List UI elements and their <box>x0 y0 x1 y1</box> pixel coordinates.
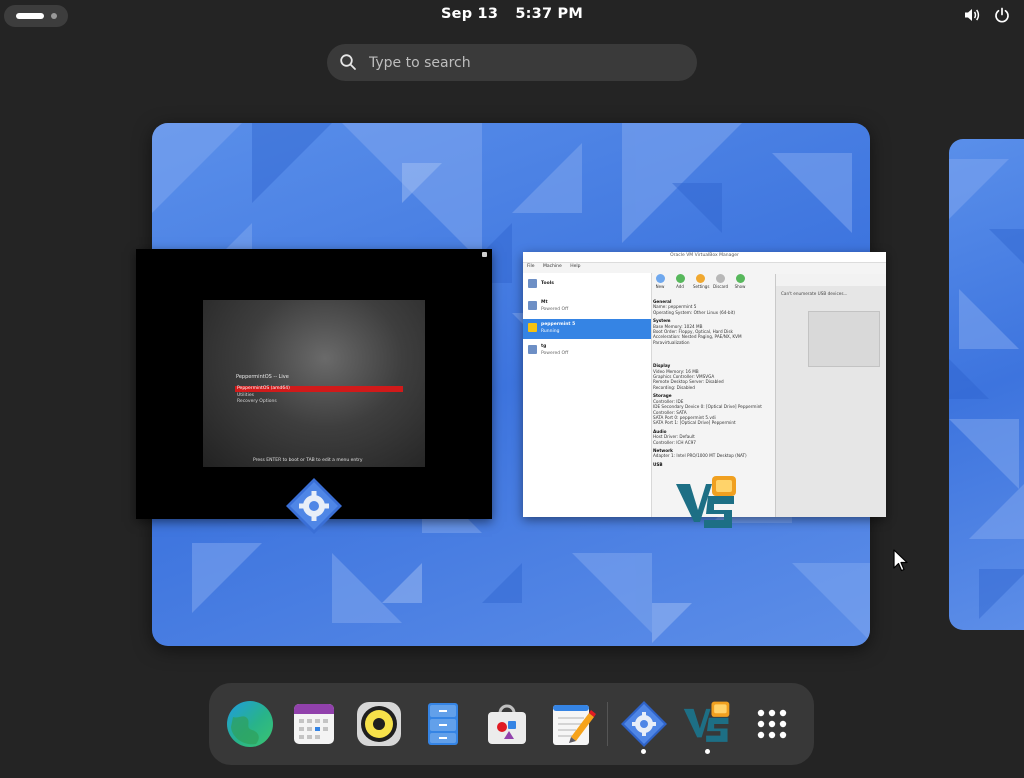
wallpaper-next <box>949 159 1024 619</box>
boot-menu-title: PeppermintOS -- Live <box>236 374 289 380</box>
notepad-pencil-icon <box>553 705 596 745</box>
toolbar-settings: Settings <box>693 274 709 292</box>
details-line: Adapter 1: Intel PRO/1000 MT Desktop (NA… <box>653 453 747 459</box>
window-titlebar: Oracle VM VirtualBox Manager <box>523 252 886 263</box>
dash-app-settings[interactable] <box>619 699 669 749</box>
boot-menu-screen: PeppermintOS -- Live PeppermintOS (amd64… <box>203 300 425 467</box>
add-icon <box>675 274 685 283</box>
vm-details-pane: General Name: peppermint 5 Operating Sys… <box>653 296 773 467</box>
workspace-thumbnail-next[interactable] <box>949 139 1024 630</box>
boot-menu-entry: Recovery Options <box>237 399 277 404</box>
vm-list-item: Mt Powered Off <box>523 297 651 317</box>
dash-show-apps-button[interactable] <box>747 699 797 749</box>
details-line: Acceleration: Nested Paging, PAE/NX, KVM… <box>653 334 742 345</box>
time-label: 5:37 PM <box>515 6 583 22</box>
vm-list-item: tg Powered Off <box>523 341 651 361</box>
details-line: Controller: ICH AC97 <box>653 439 696 445</box>
dash-app-text-editor[interactable] <box>547 699 597 749</box>
window-app-icon-virtualbox <box>676 476 736 528</box>
vm-status: Running <box>541 329 560 334</box>
vm-status: Powered Off <box>541 351 569 356</box>
toolbar-discard: Discard <box>713 274 728 292</box>
usb-warning-dialog: Can't enumerate USB devices... <box>775 274 886 517</box>
search-input[interactable] <box>367 50 681 76</box>
globe-icon <box>227 701 273 747</box>
menu-file: File <box>527 264 535 269</box>
speaker-icon <box>357 702 401 746</box>
dialog-content-panel <box>808 311 880 367</box>
details-section-usb: USB <box>653 461 663 467</box>
details-line: Operating System: Other Linux (64-bit) <box>653 309 736 315</box>
details-line: Recording: Disabled <box>653 384 695 390</box>
vm-list-item: Tools <box>523 275 651 295</box>
details-line: SATA Port 1: [Optical Drive] Peppermint <box>653 420 736 426</box>
show-arrow-icon <box>735 274 745 283</box>
boot-menu-hint: Press ENTER to boot or TAB to edit a men… <box>253 458 363 463</box>
dash-app-rhythmbox[interactable] <box>354 699 404 749</box>
vm-name: Mt <box>541 300 548 305</box>
dialog-title: Can't enumerate USB devices... <box>781 291 848 296</box>
vm-icon <box>528 345 537 354</box>
clock-button[interactable]: Sep 13 5:37 PM <box>0 6 1024 22</box>
toolbar-show: Show <box>733 274 747 292</box>
boot-menu-selected-entry: PeppermintOS (amd64) <box>235 386 403 392</box>
boot-menu-entry: Utilities <box>237 393 254 398</box>
top-bar: Sep 13 5:37 PM <box>0 0 1024 32</box>
shopping-bag-icon <box>488 704 526 744</box>
search-icon <box>340 54 356 70</box>
vm-name: Tools <box>541 281 554 286</box>
vm-status: Powered Off <box>541 307 569 312</box>
calendar-icon <box>294 704 334 744</box>
dash-app-calendar[interactable] <box>289 699 339 749</box>
boot-menu-selected-label: PeppermintOS (amd64) <box>237 386 290 391</box>
dash-app-software[interactable] <box>482 699 532 749</box>
dash <box>209 683 814 765</box>
virtualbox-icon <box>683 701 730 742</box>
dash-separator <box>607 702 608 746</box>
power-icon <box>995 7 1009 23</box>
running-indicator-virtualbox <box>705 749 710 754</box>
dialog-titlebar <box>776 274 886 286</box>
dash-app-browser[interactable] <box>225 699 275 749</box>
discard-icon <box>715 274 725 283</box>
vm-list: Tools Mt Powered Off peppermint 5 Runnin… <box>523 273 652 517</box>
vm-toolbar: New Add Settings Discard Show <box>653 274 747 292</box>
window-app-icon-settings <box>286 478 342 534</box>
dash-app-virtualbox[interactable] <box>682 699 732 749</box>
dash-app-files[interactable] <box>418 699 468 749</box>
vm-icon <box>528 323 537 332</box>
grid-icon <box>757 709 787 739</box>
menu-machine: Machine <box>542 264 562 269</box>
date-label: Sep 13 <box>441 6 499 22</box>
vm-name: peppermint 5 <box>541 322 576 327</box>
window-close-icon[interactable] <box>482 252 487 257</box>
volume-icon <box>965 9 980 21</box>
details-line: IDE Secondary Device 0: [Optical Drive] … <box>653 404 762 410</box>
vm-list-item-selected: peppermint 5 Running <box>523 319 651 339</box>
settings-icon <box>695 274 705 283</box>
menu-help: Help <box>570 264 581 269</box>
new-icon <box>655 274 665 283</box>
mouse-pointer-icon <box>893 549 908 572</box>
window-title: Oracle VM VirtualBox Manager <box>670 253 739 258</box>
gear-diamond-icon <box>621 701 667 747</box>
search-bar[interactable] <box>327 44 697 81</box>
menu-bar: File Machine Help <box>523 264 584 272</box>
system-menu-button[interactable] <box>964 7 1010 25</box>
vm-icon <box>528 301 537 310</box>
running-indicator-settings <box>641 749 646 754</box>
file-cabinet-icon <box>428 703 458 745</box>
tools-icon <box>528 279 537 288</box>
toolbar-new: New <box>653 274 667 292</box>
vm-name: tg <box>541 344 547 349</box>
toolbar-add: Add <box>673 274 687 292</box>
